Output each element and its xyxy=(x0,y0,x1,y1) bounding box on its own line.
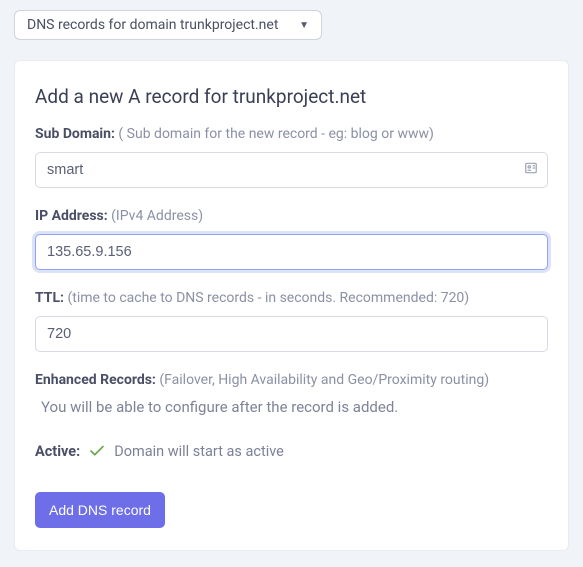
ip-input[interactable] xyxy=(35,234,548,270)
check-icon xyxy=(88,442,106,460)
active-label: Active: xyxy=(35,443,80,460)
enhanced-field: Enhanced Records: (Failover, High Availa… xyxy=(35,372,548,416)
active-row: Active: Domain will start as active xyxy=(35,442,548,460)
ip-field: IP Address: (IPv4 Address) xyxy=(35,208,548,270)
subdomain-label-row: Sub Domain: ( Sub domain for the new rec… xyxy=(35,126,548,142)
ip-hint: (IPv4 Address) xyxy=(111,208,203,224)
ttl-label: TTL: xyxy=(35,290,64,306)
ttl-field: TTL: (time to cache to DNS records - in … xyxy=(35,290,548,352)
ip-label-row: IP Address: (IPv4 Address) xyxy=(35,208,548,224)
ttl-label-row: TTL: (time to cache to DNS records - in … xyxy=(35,290,548,306)
subdomain-label: Sub Domain: xyxy=(35,126,115,142)
enhanced-label: Enhanced Records: xyxy=(35,372,156,388)
enhanced-message: You will be able to configure after the … xyxy=(41,398,548,416)
subdomain-field: Sub Domain: ( Sub domain for the new rec… xyxy=(35,126,548,188)
subdomain-hint: ( Sub domain for the new record - eg: bl… xyxy=(118,126,433,142)
ip-label: IP Address: xyxy=(35,208,108,224)
enhanced-label-row: Enhanced Records: (Failover, High Availa… xyxy=(35,372,548,388)
domain-dropdown[interactable]: DNS records for domain trunkproject.net … xyxy=(14,10,322,40)
subdomain-input[interactable] xyxy=(35,152,548,188)
add-record-card: Add a new A record for trunkproject.net … xyxy=(14,60,569,551)
add-dns-record-button[interactable]: Add DNS record xyxy=(35,492,165,528)
active-message: Domain will start as active xyxy=(114,443,284,460)
chevron-down-icon: ▼ xyxy=(299,20,309,31)
enhanced-hint: (Failover, High Availability and Geo/Pro… xyxy=(159,372,489,388)
ttl-input[interactable] xyxy=(35,316,548,352)
ttl-hint: (time to cache to DNS records - in secon… xyxy=(67,290,469,306)
card-title: Add a new A record for trunkproject.net xyxy=(35,85,548,108)
domain-dropdown-label: DNS records for domain trunkproject.net xyxy=(27,17,278,33)
